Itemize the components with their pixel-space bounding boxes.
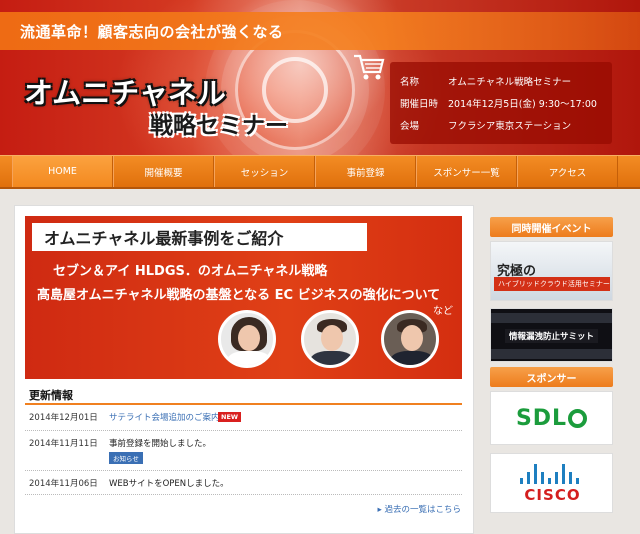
main-content: オムニチャネル最新事例をご紹介 セブン＆アイ HLDGS．のオムニチャネル戦略 … <box>14 205 474 534</box>
new-badge: NEW <box>218 412 242 422</box>
info-row-venue: 会場 フクラシア東京ステーション <box>396 114 606 136</box>
concurrent-events-heading: 同時開催イベント <box>490 217 613 237</box>
main-nav: HOME 開催概要 セッション 事前登録 スポンサー一覧 アクセス <box>0 155 640 189</box>
banner-title-box: オムニチャネル最新事例をご紹介 <box>32 223 367 251</box>
news-item: 2014年11月06日 WEBサイトをOPENしました。 <box>25 477 462 495</box>
news-text: 事前登録を開始しました。 <box>109 439 212 449</box>
info-label: 開催日時 <box>400 99 439 110</box>
shopping-cart-icon <box>354 54 385 80</box>
sponsor-cisco-logo[interactable]: CISCO <box>490 453 613 513</box>
info-row-datetime: 開催日時 2014年12月5日(金) 9:30～17:00 <box>396 92 606 114</box>
site-logo-subtitle[interactable]: 戦略セミナー <box>150 106 288 140</box>
banner-line-1: セブン＆アイ HLDGS．のオムニチャネル戦略 <box>53 264 328 279</box>
banner-etc: など <box>433 306 453 317</box>
site-header: 流通革命！顧客志向の会社が強くなる オムニチャネル 戦略セミナー 名称 オムニチ… <box>0 0 640 155</box>
news-heading: 更新情報 <box>29 389 73 402</box>
sponsor-heading: スポンサー <box>490 367 613 387</box>
news-archive-label: 過去の一覧はこちら <box>384 505 461 515</box>
sdl-mark-icon <box>568 408 588 428</box>
leak-prevention-summit-ad[interactable]: 情報漏洩防止サミット <box>490 308 613 362</box>
nav-item-overview[interactable]: 開催概要 <box>113 156 214 187</box>
nav-item-registration[interactable]: 事前登録 <box>315 156 416 187</box>
sponsor-sdl-logo[interactable]: SDL <box>490 391 613 445</box>
ad-subtitle: ハイブリッドクラウド活用セミナー <box>494 277 610 291</box>
speaker-portrait <box>301 310 359 368</box>
sdl-wordmark: SDL <box>515 405 568 431</box>
speaker-portrait <box>218 310 276 368</box>
nav-item-sessions[interactable]: セッション <box>214 156 315 187</box>
info-value: フクラシア東京ステーション <box>448 121 572 132</box>
news-text: WEBサイトをOPENしました。 <box>109 479 229 489</box>
nav-item-sponsors[interactable]: スポンサー一覧 <box>416 156 517 187</box>
hybrid-cloud-seminar-ad[interactable]: 究極の ハイブリッドクラウド活用セミナー <box>490 241 613 301</box>
news-archive-link[interactable]: ▸ 過去の一覧はこちら <box>378 503 461 515</box>
speaker-portrait <box>381 310 439 368</box>
news-item: 2014年12月01日 サテライト会場追加のご案内 NEW <box>25 411 462 431</box>
news-date: 2014年12月01日 <box>29 413 98 423</box>
cisco-bars-icon <box>520 464 579 484</box>
banner-line-2: 髙島屋オムニチャネル戦略の基盤となる EC ビジネスの強化について <box>37 288 441 303</box>
info-value: 2014年12月5日(金) 9:30～17:00 <box>448 99 597 110</box>
news-link[interactable]: サテライト会場追加のご案内 <box>109 411 220 423</box>
info-label: 名称 <box>400 77 420 88</box>
cisco-wordmark: CISCO <box>524 486 581 504</box>
tagline: 流通革命！顧客志向の会社が強くなる <box>20 22 284 41</box>
news-item: 2014年11月11日 事前登録を開始しました。 お知らせ <box>25 437 462 471</box>
tagline-bar: 流通革命！顧客志向の会社が強くなる <box>0 12 640 50</box>
info-label: 会場 <box>400 121 420 132</box>
case-study-banner[interactable]: オムニチャネル最新事例をご紹介 セブン＆アイ HLDGS．のオムニチャネル戦略 … <box>25 216 462 379</box>
sdl-logo: SDL <box>515 405 588 431</box>
nav-item-access[interactable]: アクセス <box>517 156 618 187</box>
ad-headline: 情報漏洩防止サミット <box>505 329 599 343</box>
news-date: 2014年11月11日 <box>29 439 98 449</box>
news-divider <box>25 403 462 405</box>
info-value: オムニチャネル戦略セミナー <box>448 77 572 88</box>
info-row-name: 名称 オムニチャネル戦略セミナー <box>396 70 606 92</box>
news-date: 2014年11月06日 <box>29 479 98 489</box>
event-info-panel: 名称 オムニチャネル戦略セミナー 開催日時 2014年12月5日(金) 9:30… <box>390 62 612 144</box>
banner-title: オムニチャネル最新事例をご紹介 <box>44 229 284 248</box>
notice-badge: お知らせ <box>109 452 143 464</box>
nav-item-home[interactable]: HOME <box>12 156 113 187</box>
